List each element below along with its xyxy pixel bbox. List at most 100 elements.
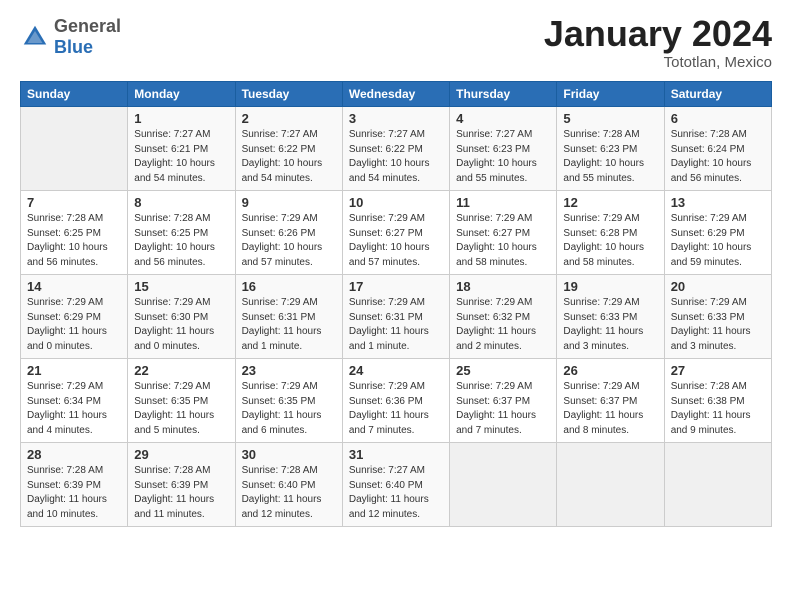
calendar-cell: 25 Sunrise: 7:29 AMSunset: 6:37 PMDayligh…	[450, 359, 557, 443]
calendar-cell: 10Sunrise: 7:29 AMSunset: 6:27 PMDayligh…	[342, 191, 449, 275]
calendar-cell: 16 Sunrise: 7:29 AMSunset: 6:31 PMDayligh…	[235, 275, 342, 359]
col-sunday: Sunday	[21, 82, 128, 107]
calendar-cell	[557, 443, 664, 527]
calendar-cell: 30 Sunrise: 7:28 AMSunset: 6:40 PMDayligh…	[235, 443, 342, 527]
day-info: Sunrise: 7:29 AMSunset: 6:27 PMDaylight:…	[456, 212, 550, 270]
calendar-cell	[664, 443, 771, 527]
calendar-week-1: 1Sunrise: 7:27 AMSunset: 6:21 PMDaylight…	[21, 107, 772, 191]
day-number: 16	[242, 279, 336, 294]
calendar-cell: 9 Sunrise: 7:29 AMSunset: 6:26 PMDaylight…	[235, 191, 342, 275]
day-info: Sunrise: 7:29 AMSunset: 6:36 PMDaylight:…	[349, 380, 443, 438]
calendar-cell: 8Sunrise: 7:28 AMSunset: 6:25 PMDaylight…	[128, 191, 235, 275]
day-number: 2	[242, 111, 336, 126]
day-info: Sunrise: 7:29 AMSunset: 6:26 PMDaylight:…	[242, 212, 336, 270]
header: General Blue January 2024 Tototlan, Mexi…	[20, 16, 772, 71]
day-number: 17	[349, 279, 443, 294]
calendar-cell: 22 Sunrise: 7:29 AMSunset: 6:35 PMDayligh…	[128, 359, 235, 443]
month-title: January 2024	[544, 16, 772, 52]
calendar-week-4: 21 Sunrise: 7:29 AMSunset: 6:34 PMDayligh…	[21, 359, 772, 443]
day-number: 27	[671, 363, 765, 378]
day-number: 9	[242, 195, 336, 210]
day-info: Sunrise: 7:29 AMSunset: 6:32 PMDaylight:…	[456, 296, 550, 354]
day-number: 15	[134, 279, 228, 294]
day-number: 31	[349, 447, 443, 462]
day-number: 30	[242, 447, 336, 462]
calendar-week-5: 28Sunrise: 7:28 AMSunset: 6:39 PMDayligh…	[21, 443, 772, 527]
calendar-week-2: 7 Sunrise: 7:28 AMSunset: 6:25 PMDaylight…	[21, 191, 772, 275]
calendar-cell: 26Sunrise: 7:29 AMSunset: 6:37 PMDayligh…	[557, 359, 664, 443]
calendar-cell: 19 Sunrise: 7:29 AMSunset: 6:33 PMDayligh…	[557, 275, 664, 359]
calendar-cell: 5Sunrise: 7:28 AMSunset: 6:23 PMDaylight…	[557, 107, 664, 191]
calendar-cell: 2Sunrise: 7:27 AMSunset: 6:22 PMDaylight…	[235, 107, 342, 191]
col-monday: Monday	[128, 82, 235, 107]
day-info: Sunrise: 7:28 AMSunset: 6:39 PMDaylight:…	[134, 464, 228, 522]
calendar-cell: 11Sunrise: 7:29 AMSunset: 6:27 PMDayligh…	[450, 191, 557, 275]
day-number: 23	[242, 363, 336, 378]
calendar-body: 1Sunrise: 7:27 AMSunset: 6:21 PMDaylight…	[21, 107, 772, 527]
col-saturday: Saturday	[664, 82, 771, 107]
logo-icon	[20, 22, 50, 52]
day-number: 13	[671, 195, 765, 210]
day-number: 1	[134, 111, 228, 126]
calendar-cell: 15 Sunrise: 7:29 AMSunset: 6:30 PMDayligh…	[128, 275, 235, 359]
calendar-cell: 18 Sunrise: 7:29 AMSunset: 6:32 PMDayligh…	[450, 275, 557, 359]
day-info: Sunrise: 7:29 AMSunset: 6:33 PMDaylight:…	[563, 296, 657, 354]
location: Tototlan, Mexico	[544, 54, 772, 71]
day-number: 7	[27, 195, 121, 210]
calendar-cell: 21 Sunrise: 7:29 AMSunset: 6:34 PMDayligh…	[21, 359, 128, 443]
col-thursday: Thursday	[450, 82, 557, 107]
day-number: 29	[134, 447, 228, 462]
day-info: Sunrise: 7:28 AMSunset: 6:39 PMDaylight:…	[27, 464, 121, 522]
day-info: Sunrise: 7:28 AMSunset: 6:23 PMDaylight:…	[563, 128, 657, 186]
calendar-cell: 7 Sunrise: 7:28 AMSunset: 6:25 PMDaylight…	[21, 191, 128, 275]
day-info: Sunrise: 7:29 AMSunset: 6:37 PMDaylight:…	[456, 380, 550, 438]
day-info: Sunrise: 7:29 AMSunset: 6:31 PMDaylight:…	[349, 296, 443, 354]
day-number: 6	[671, 111, 765, 126]
day-info: Sunrise: 7:29 AMSunset: 6:35 PMDaylight:…	[134, 380, 228, 438]
day-number: 14	[27, 279, 121, 294]
calendar-cell: 28Sunrise: 7:28 AMSunset: 6:39 PMDayligh…	[21, 443, 128, 527]
day-info: Sunrise: 7:29 AMSunset: 6:33 PMDaylight:…	[671, 296, 765, 354]
logo-text: General Blue	[54, 16, 121, 58]
calendar-cell: 14 Sunrise: 7:29 AMSunset: 6:29 PMDayligh…	[21, 275, 128, 359]
calendar-cell: 3Sunrise: 7:27 AMSunset: 6:22 PMDaylight…	[342, 107, 449, 191]
day-info: Sunrise: 7:29 AMSunset: 6:30 PMDaylight:…	[134, 296, 228, 354]
day-info: Sunrise: 7:28 AMSunset: 6:25 PMDaylight:…	[27, 212, 121, 270]
logo: General Blue	[20, 16, 121, 58]
day-number: 24	[349, 363, 443, 378]
calendar-cell: 20Sunrise: 7:29 AMSunset: 6:33 PMDayligh…	[664, 275, 771, 359]
logo-general: General	[54, 16, 121, 36]
calendar-cell: 31 Sunrise: 7:27 AMSunset: 6:40 PMDayligh…	[342, 443, 449, 527]
day-info: Sunrise: 7:29 AMSunset: 6:31 PMDaylight:…	[242, 296, 336, 354]
calendar-table: Sunday Monday Tuesday Wednesday Thursday…	[20, 81, 772, 527]
page: General Blue January 2024 Tototlan, Mexi…	[0, 0, 792, 537]
day-info: Sunrise: 7:29 AMSunset: 6:29 PMDaylight:…	[27, 296, 121, 354]
day-info: Sunrise: 7:29 AMSunset: 6:34 PMDaylight:…	[27, 380, 121, 438]
day-number: 25	[456, 363, 550, 378]
day-info: Sunrise: 7:29 AMSunset: 6:35 PMDaylight:…	[242, 380, 336, 438]
calendar-cell: 17 Sunrise: 7:29 AMSunset: 6:31 PMDayligh…	[342, 275, 449, 359]
calendar-cell	[21, 107, 128, 191]
logo-blue: Blue	[54, 37, 93, 57]
day-number: 22	[134, 363, 228, 378]
day-info: Sunrise: 7:28 AMSunset: 6:24 PMDaylight:…	[671, 128, 765, 186]
calendar-cell: 29 Sunrise: 7:28 AMSunset: 6:39 PMDayligh…	[128, 443, 235, 527]
calendar-cell: 27 Sunrise: 7:28 AMSunset: 6:38 PMDayligh…	[664, 359, 771, 443]
day-info: Sunrise: 7:28 AMSunset: 6:25 PMDaylight:…	[134, 212, 228, 270]
calendar-cell: 13Sunrise: 7:29 AMSunset: 6:29 PMDayligh…	[664, 191, 771, 275]
calendar-cell: 24 Sunrise: 7:29 AMSunset: 6:36 PMDayligh…	[342, 359, 449, 443]
day-info: Sunrise: 7:28 AMSunset: 6:38 PMDaylight:…	[671, 380, 765, 438]
col-wednesday: Wednesday	[342, 82, 449, 107]
day-number: 21	[27, 363, 121, 378]
calendar-header: Sunday Monday Tuesday Wednesday Thursday…	[21, 82, 772, 107]
day-info: Sunrise: 7:27 AMSunset: 6:40 PMDaylight:…	[349, 464, 443, 522]
calendar-week-3: 14 Sunrise: 7:29 AMSunset: 6:29 PMDayligh…	[21, 275, 772, 359]
day-info: Sunrise: 7:28 AMSunset: 6:40 PMDaylight:…	[242, 464, 336, 522]
day-number: 12	[563, 195, 657, 210]
day-info: Sunrise: 7:27 AMSunset: 6:22 PMDaylight:…	[349, 128, 443, 186]
calendar-cell: 1Sunrise: 7:27 AMSunset: 6:21 PMDaylight…	[128, 107, 235, 191]
day-info: Sunrise: 7:29 AMSunset: 6:37 PMDaylight:…	[563, 380, 657, 438]
day-number: 18	[456, 279, 550, 294]
day-info: Sunrise: 7:29 AMSunset: 6:27 PMDaylight:…	[349, 212, 443, 270]
day-number: 19	[563, 279, 657, 294]
